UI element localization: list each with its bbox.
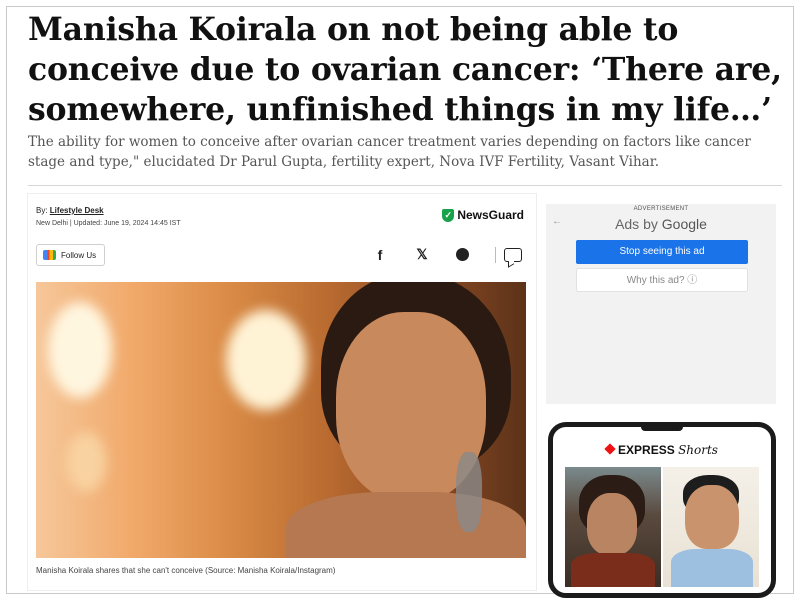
ads-by-label: Ads by [615,216,658,232]
short-thumbnail[interactable] [565,467,661,587]
bokeh-light [66,432,106,492]
share-bar: f 𝕏 [372,246,522,263]
thumbnail-body [571,553,655,587]
whatsapp-icon[interactable] [456,248,469,261]
divider [28,185,782,186]
shorts-brand: EXPRESS [618,443,675,457]
newsguard-badge[interactable]: ✓ NewsGuard [442,208,524,222]
photo-caption: Manisha Koirala shares that she can't co… [36,566,336,575]
article-body: By: Lifestyle Desk New Delhi | Updated: … [28,194,536,590]
share-divider [495,246,496,263]
article-photo [36,282,526,558]
shorts-header: EXPRESS Shorts [553,443,771,457]
phone-notch [641,427,683,431]
follow-us-label: Follow Us [61,250,97,260]
why-this-ad-button[interactable]: Why this ad? ⓘ [576,268,748,292]
bokeh-light [48,302,112,398]
author-link[interactable]: Lifestyle Desk [50,206,104,215]
bokeh-light [226,310,306,410]
facebook-icon[interactable]: f [372,247,388,263]
ad-panel: ADVERTISEMENT ← Ads by Google Stop seein… [546,204,776,404]
shorts-suffix: Shorts [678,443,718,457]
newsguard-label: NewsGuard [457,208,524,222]
stop-seeing-ad-button[interactable]: Stop seeing this ad [576,240,748,264]
google-news-icon [43,250,56,260]
thumbnail-face [587,493,637,555]
x-icon[interactable]: 𝕏 [414,246,430,263]
follow-us-button[interactable]: Follow Us [36,244,106,266]
comment-icon[interactable] [504,247,522,262]
express-logo-icon [604,443,616,455]
ads-by-google: Ads by Google [546,216,776,232]
byline-prefix: By: [36,206,48,215]
byline: By: Lifestyle Desk [36,206,104,215]
thumbnail-face [685,485,739,549]
short-thumbnail[interactable] [663,467,759,587]
shield-check-icon: ✓ [442,208,455,222]
google-label: Google [661,216,707,232]
thumbnail-body [671,549,753,587]
portrait-earring [456,452,482,532]
article-headline: Manisha Koirala on not being able to con… [28,11,782,128]
article-dek: The ability for women to conceive after … [28,134,751,170]
ad-label: ADVERTISEMENT [633,206,689,212]
dateline: New Delhi | Updated: June 19, 2024 14:45… [36,220,181,227]
express-shorts-widget[interactable]: EXPRESS Shorts [548,422,776,598]
portrait-body [286,492,526,558]
